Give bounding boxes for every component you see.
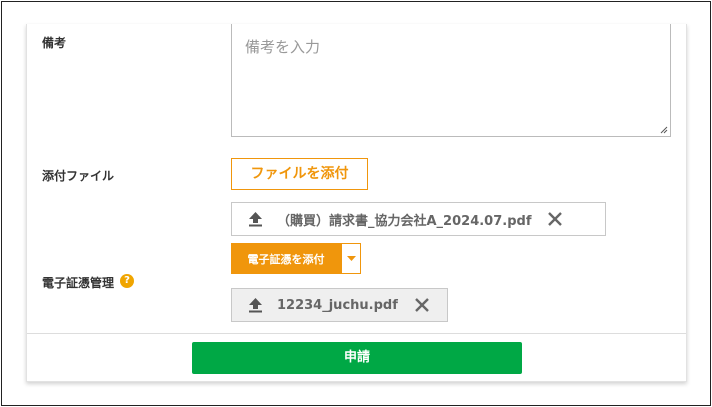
- help-icon[interactable]: ?: [120, 274, 134, 288]
- remarks-textarea[interactable]: 備考を入力: [231, 24, 671, 137]
- remove-evidence-icon[interactable]: [414, 297, 430, 313]
- attach-file-button[interactable]: ファイルを添付: [231, 158, 368, 190]
- attached-file-item: （購買）請求書_協力会社A_2024.07.pdf: [231, 202, 606, 236]
- upload-icon: [249, 298, 262, 313]
- evidence-file-item: 12234_juchu.pdf: [231, 288, 448, 322]
- resize-grip-icon[interactable]: [660, 126, 668, 134]
- e-evidence-label: 電子証憑管理: [42, 276, 115, 290]
- evidence-file-name[interactable]: 12234_juchu.pdf: [277, 298, 398, 313]
- form-card: 備考 備考を入力 添付ファイル ファイルを添付 （購買）請求書_協力会社A_20…: [26, 24, 687, 382]
- window-frame: 備考 備考を入力 添付ファイル ファイルを添付 （購買）請求書_協力会社A_20…: [1, 1, 711, 406]
- remarks-label: 備考: [42, 36, 67, 50]
- attach-evidence-button[interactable]: 電子証憑を添付: [231, 243, 341, 274]
- attachments-label: 添付ファイル: [42, 169, 115, 183]
- submit-button[interactable]: 申請: [192, 342, 522, 374]
- caret-down-icon: [346, 255, 356, 261]
- attach-evidence-dropdown[interactable]: [341, 243, 361, 274]
- footer-divider: [27, 333, 686, 334]
- attached-file-name[interactable]: （購買）請求書_協力会社A_2024.07.pdf: [277, 210, 531, 229]
- remove-file-icon[interactable]: [547, 211, 563, 227]
- remarks-placeholder: 備考を入力: [245, 38, 321, 56]
- attach-evidence-split-button: 電子証憑を添付: [231, 243, 361, 274]
- upload-icon: [249, 212, 262, 227]
